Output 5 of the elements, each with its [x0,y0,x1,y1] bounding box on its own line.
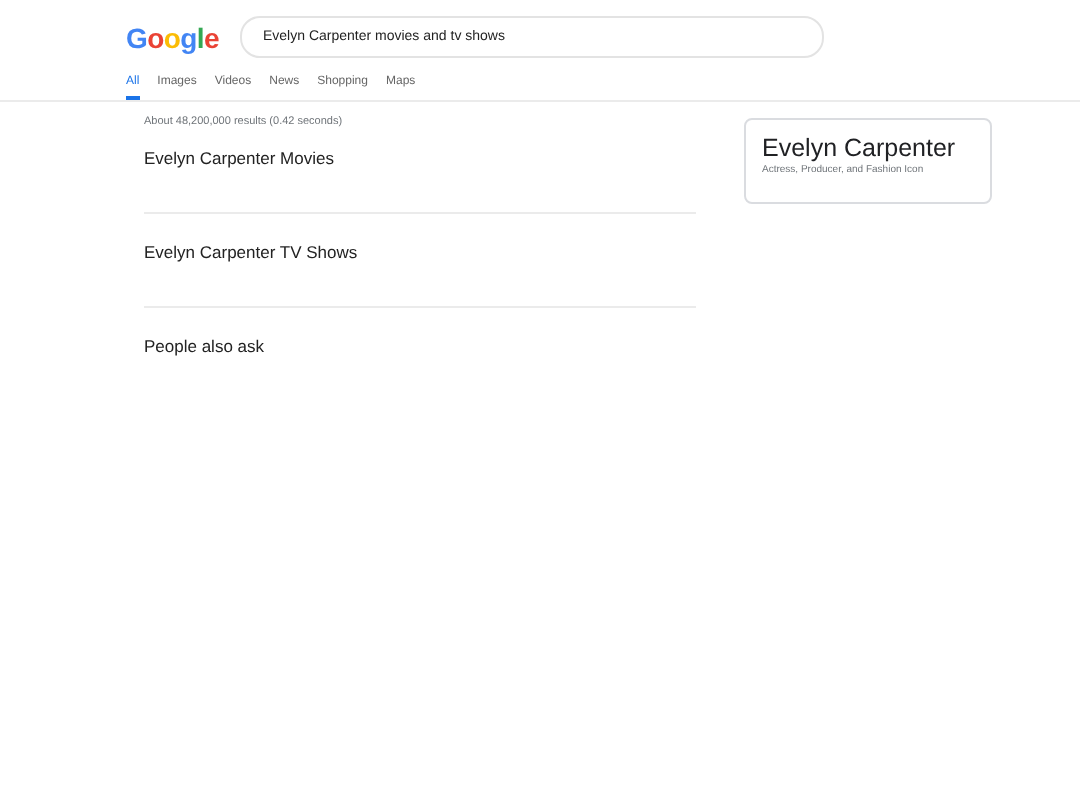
section-heading: People also ask [144,334,267,360]
section-heading: Evelyn Carpenter TV Shows [144,240,360,266]
logo[interactable]: Google [126,21,219,53]
panel-title: Evelyn Carpenter [762,134,958,162]
section-heading: Evelyn Carpenter Movies [144,146,336,172]
